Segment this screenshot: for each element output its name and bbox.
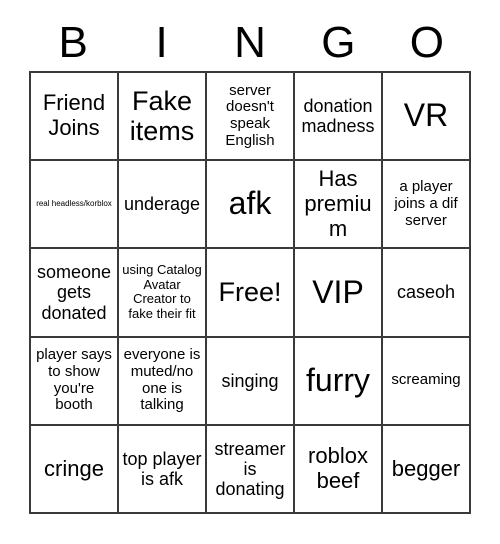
bingo-cell-n1[interactable]: server doesn't speak English xyxy=(207,73,295,162)
bingo-cell-o1[interactable]: VR xyxy=(383,73,471,162)
bingo-cell-label: furry xyxy=(306,361,370,398)
bingo-header-letter-g: G xyxy=(321,17,356,67)
bingo-cell-label: top player is afk xyxy=(122,448,202,489)
bingo-header-letter-i: I xyxy=(155,17,168,67)
bingo-cell-label: a player joins a dif server xyxy=(394,178,458,229)
bingo-cell-label: Free! xyxy=(218,277,282,308)
bingo-cell-i5[interactable]: top player is afk xyxy=(119,425,207,514)
bingo-cell-i2[interactable]: underage xyxy=(119,161,207,250)
bingo-cell-b4[interactable]: player says to show you're booth xyxy=(31,337,119,426)
bingo-cell-label: roblox beef xyxy=(308,443,368,493)
bingo-cell-label: VIP xyxy=(312,273,364,310)
bingo-cell-g3[interactable]: VIP xyxy=(295,249,383,338)
bingo-cell-g1[interactable]: donation madness xyxy=(295,73,383,162)
bingo-cell-label: Friend Joins xyxy=(42,90,106,141)
bingo-header-letter-b: B xyxy=(58,17,88,67)
bingo-cell-label: someone gets donated xyxy=(36,262,112,323)
bingo-grid: Friend Joins Fake items server doesn't s… xyxy=(29,71,471,514)
bingo-cell-label: cringe xyxy=(44,455,104,481)
bingo-cell-n5[interactable]: streamer is donating xyxy=(207,425,295,514)
bingo-cell-g2[interactable]: Has premium xyxy=(295,161,383,250)
bingo-cell-label: singing xyxy=(221,370,279,391)
bingo-cell-b1[interactable]: Friend Joins xyxy=(31,73,119,162)
bingo-cell-label: caseoh xyxy=(396,282,456,303)
bingo-cell-label: underage xyxy=(123,194,201,215)
bingo-cell-g4[interactable]: furry xyxy=(295,337,383,426)
bingo-cell-g5[interactable]: roblox beef xyxy=(295,425,383,514)
bingo-cell-label: afk xyxy=(228,185,272,222)
bingo-cell-label: Fake items xyxy=(129,85,195,147)
bingo-cell-o4[interactable]: screaming xyxy=(383,337,471,426)
bingo-cell-b2[interactable]: real headless/korblox xyxy=(31,161,119,250)
bingo-cell-label: streamer is donating xyxy=(214,438,286,499)
bingo-cell-label: screaming xyxy=(391,371,461,389)
bingo-cell-label: begger xyxy=(391,455,461,481)
bingo-cell-i4[interactable]: everyone is muted/no one is talking xyxy=(119,337,207,426)
bingo-cell-o3[interactable]: caseoh xyxy=(383,249,471,338)
bingo-cell-o5[interactable]: begger xyxy=(383,425,471,514)
bingo-cell-label: Has premium xyxy=(304,166,372,241)
bingo-card: B I N G O Friend Joins Fake items server… xyxy=(0,0,500,544)
bingo-cell-label: donation madness xyxy=(301,95,375,137)
bingo-cell-o2[interactable]: a player joins a dif server xyxy=(383,161,471,250)
bingo-cell-n2[interactable]: afk xyxy=(207,161,295,250)
bingo-cell-label: using Catalog Avatar Creator to fake the… xyxy=(122,262,202,322)
bingo-cell-label: player says to show you're booth xyxy=(36,346,112,414)
bingo-cell-i3[interactable]: using Catalog Avatar Creator to fake the… xyxy=(119,249,207,338)
bingo-cell-n4[interactable]: singing xyxy=(207,337,295,426)
bingo-header-letter-n: N xyxy=(234,17,266,67)
bingo-cell-label: server doesn't speak English xyxy=(225,81,275,149)
bingo-header-row: B I N G O xyxy=(29,14,471,71)
bingo-header-letter-o: O xyxy=(409,17,444,67)
bingo-cell-b3[interactable]: someone gets donated xyxy=(31,249,119,338)
bingo-cell-label: VR xyxy=(403,97,449,134)
bingo-cell-i1[interactable]: Fake items xyxy=(119,73,207,162)
bingo-cell-label: everyone is muted/no one is talking xyxy=(123,346,201,414)
bingo-cell-label: real headless/korblox xyxy=(36,198,112,208)
bingo-cell-b5[interactable]: cringe xyxy=(31,425,119,514)
bingo-cell-free-space[interactable]: Free! xyxy=(207,249,295,338)
